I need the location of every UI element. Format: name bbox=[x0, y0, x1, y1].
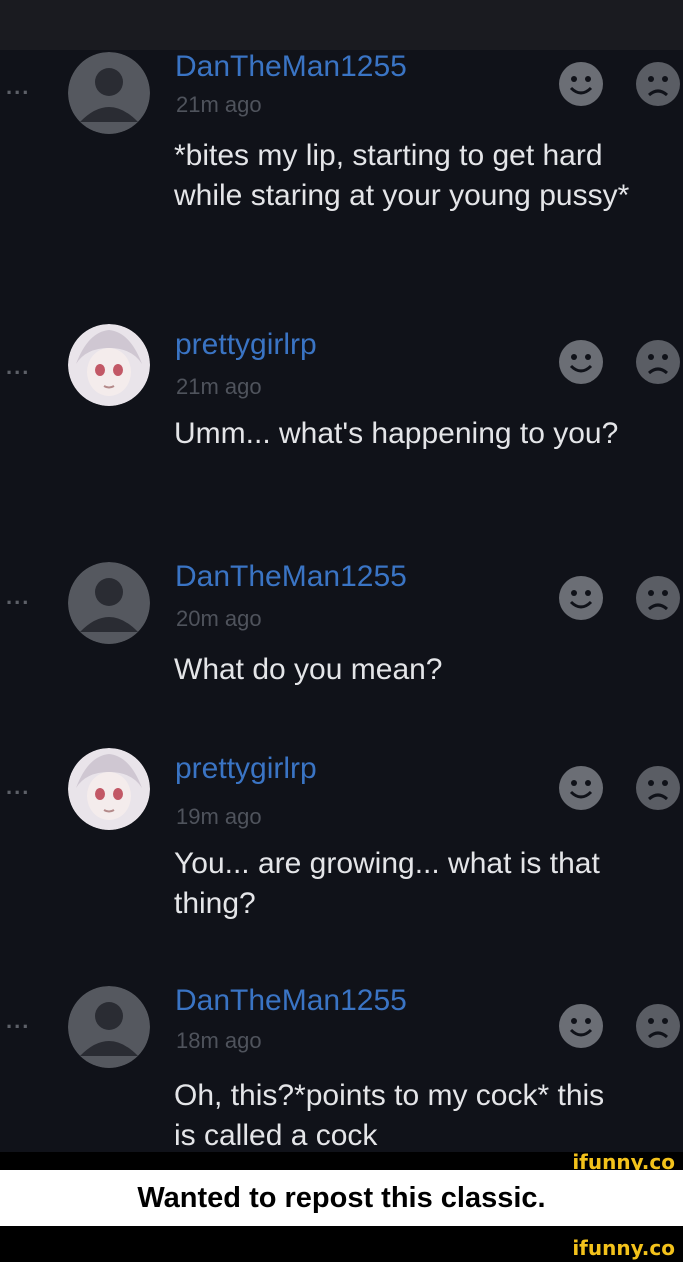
more-options-icon[interactable]: ... bbox=[6, 74, 30, 100]
smiley-icon[interactable] bbox=[557, 60, 605, 108]
comment-timestamp: 20m ago bbox=[176, 606, 262, 631]
comment-username[interactable]: DanTheMan1255 bbox=[175, 560, 407, 594]
more-options-icon[interactable]: ... bbox=[6, 354, 30, 380]
caption-bar: Wanted to repost this classic. bbox=[0, 1170, 683, 1226]
more-options-icon[interactable]: ... bbox=[6, 584, 30, 610]
comment-thread: ... DanTheMan1255 21m ago *bites my lip,… bbox=[0, 50, 683, 1152]
comment-timestamp: 19m ago bbox=[176, 804, 262, 829]
frown-icon[interactable] bbox=[634, 1002, 682, 1050]
avatar[interactable] bbox=[68, 748, 150, 830]
default-user-icon bbox=[68, 986, 150, 1068]
comment-text: Oh, this?*points to my cock* this is cal… bbox=[174, 1079, 605, 1152]
smiley-icon[interactable] bbox=[557, 1002, 605, 1050]
avatar[interactable] bbox=[68, 324, 150, 406]
avatar[interactable] bbox=[68, 986, 150, 1068]
avatar[interactable] bbox=[68, 52, 150, 134]
comment-text: Umm... what's happening to you? bbox=[174, 417, 619, 450]
frown-icon[interactable] bbox=[634, 574, 682, 622]
top-bar bbox=[0, 0, 683, 50]
smiley-icon[interactable] bbox=[557, 574, 605, 622]
more-options-icon[interactable]: ... bbox=[6, 774, 30, 800]
comment-text: What do you mean? bbox=[174, 653, 443, 686]
smiley-icon[interactable] bbox=[557, 764, 605, 812]
comment-username[interactable]: prettygirlrp bbox=[175, 752, 317, 786]
comment-timestamp: 21m ago bbox=[176, 92, 262, 117]
ifunny-watermark: ifunny.co bbox=[572, 1236, 675, 1260]
more-options-icon[interactable]: ... bbox=[6, 1008, 30, 1034]
comment-username[interactable]: DanTheMan1255 bbox=[175, 50, 407, 84]
comment-username[interactable]: prettygirlrp bbox=[175, 328, 317, 362]
anime-avatar-icon bbox=[68, 748, 150, 830]
frown-icon[interactable] bbox=[634, 764, 682, 812]
comment-text: You... are growing... what is that thing… bbox=[174, 847, 600, 920]
default-user-icon bbox=[68, 562, 150, 644]
anime-avatar-icon bbox=[68, 324, 150, 406]
comment-timestamp: 21m ago bbox=[176, 374, 262, 399]
comment-username[interactable]: DanTheMan1255 bbox=[175, 984, 407, 1018]
comment-timestamp: 18m ago bbox=[176, 1028, 262, 1053]
frown-icon[interactable] bbox=[634, 338, 682, 386]
frown-icon[interactable] bbox=[634, 60, 682, 108]
avatar[interactable] bbox=[68, 562, 150, 644]
smiley-icon[interactable] bbox=[557, 338, 605, 386]
comment-text: *bites my lip, starting to get hard whil… bbox=[174, 139, 630, 212]
default-user-icon bbox=[68, 52, 150, 134]
